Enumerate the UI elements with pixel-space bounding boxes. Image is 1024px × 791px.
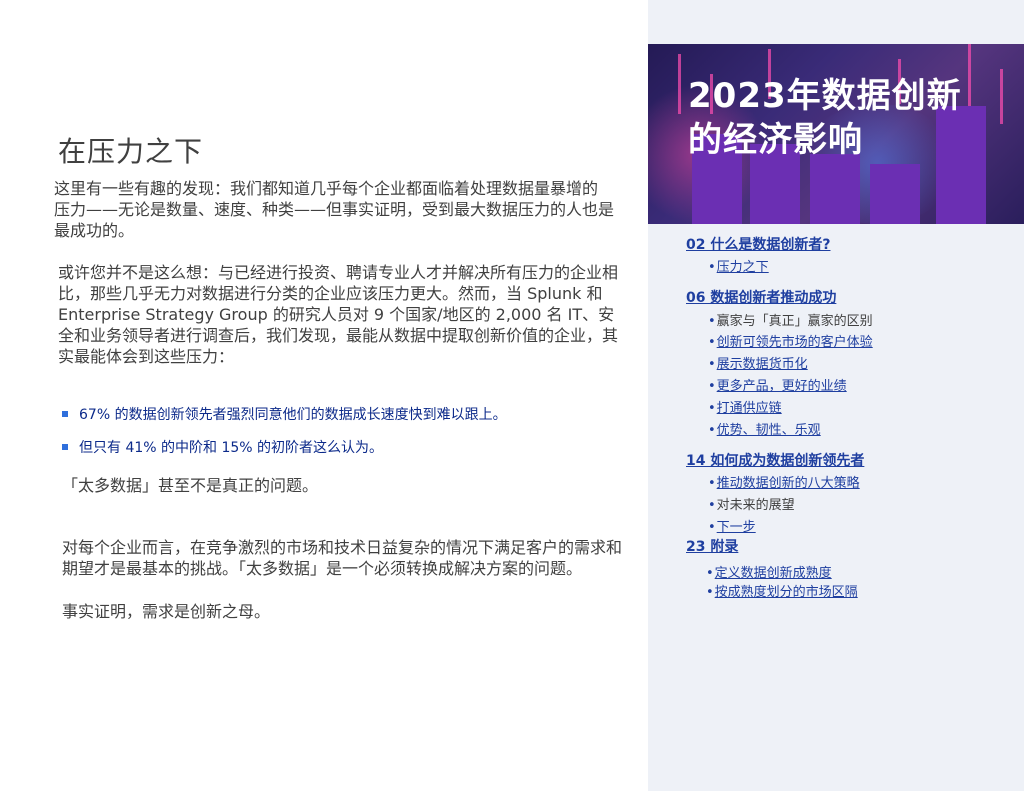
toc-link[interactable]: •打通供应链 — [708, 397, 782, 416]
toc-link[interactable]: •压力之下 — [708, 256, 769, 275]
toc-link-label: 更多产品，更好的业绩 — [716, 379, 847, 394]
toc-link[interactable]: •下一步 — [708, 516, 756, 535]
toc-link-label: 展示数据货币化 — [716, 357, 808, 372]
bullet-text: 但只有 41% 的中阶和 15% 的初阶者这么认为。 — [79, 440, 384, 456]
toc-section-drive-success[interactable]: 06 数据创新者推动成功 — [686, 287, 836, 307]
hero-bar — [810, 154, 860, 224]
hero-title: 2023年数据创新 的经济影响 — [688, 74, 962, 162]
toc-link[interactable]: •展示数据货币化 — [708, 353, 808, 372]
toc-link[interactable]: •推动数据创新的八大策略 — [708, 472, 860, 491]
toc-link-label: 推动数据创新的八大策略 — [716, 476, 860, 491]
bullet-item: 67% 的数据创新领先者强烈同意他们的数据成长速度快到难以跟上。 — [62, 404, 507, 424]
toc-section-appendix[interactable]: 23 附录 — [686, 536, 738, 556]
toc-link[interactable]: •更多产品，更好的业绩 — [708, 375, 847, 394]
toc-link-label: 创新可领先市场的客户体验 — [716, 335, 873, 350]
hero-bar — [870, 164, 920, 224]
bullet-square-icon — [62, 444, 68, 450]
section-heading: 在压力之下 — [58, 135, 204, 168]
toc-link[interactable]: •赢家与「真正」赢家的区别 — [708, 310, 873, 329]
toc-link-label: 赢家与「真正」赢家的区别 — [716, 314, 873, 329]
toc-link[interactable]: •按成熟度划分的市场区隔 — [706, 581, 858, 600]
main-content: 在压力之下 这里有一些有趣的发现：我们都知道几乎每个企业都面临着处理数据量暴增的… — [0, 0, 648, 791]
too-much-data-paragraph: 「太多数据」甚至不是真正的问题。 — [62, 476, 319, 495]
intro-paragraph: 这里有一些有趣的发现：我们都知道几乎每个企业都面临着处理数据量暴增的 压力——无… — [54, 179, 615, 240]
hero-title-line: 2023年数据创新 — [688, 76, 962, 116]
conclusion-paragraph: 事实证明，需求是创新之母。 — [62, 602, 271, 621]
toc-link[interactable]: •对未来的展望 — [708, 494, 795, 513]
candle-decoration — [678, 54, 681, 114]
toc-section-what-is-innovator[interactable]: 02 什么是数据创新者? — [686, 234, 830, 254]
toc-section-become-leader[interactable]: 14 如何成为数据创新领先者 — [686, 450, 864, 470]
research-paragraph: 或许您并不是这么想：与已经进行投资、聘请专业人才并解决所有压力的企业相比，那些几… — [58, 263, 619, 366]
toc-link-label: 优势、韧性、乐观 — [716, 423, 821, 438]
bullet-text: 67% 的数据创新领先者强烈同意他们的数据成长速度快到难以跟上。 — [79, 407, 507, 423]
hero-banner: 2023年数据创新 的经济影响 — [648, 44, 1024, 224]
toc-link-label: 定义数据创新成熟度 — [714, 566, 832, 581]
toc-link-label: 压力之下 — [716, 260, 769, 275]
toc-link-label: 对未来的展望 — [716, 498, 795, 513]
bullet-item: 但只有 41% 的中阶和 15% 的初阶者这么认为。 — [62, 437, 383, 457]
toc-link[interactable]: •创新可领先市场的客户体验 — [708, 331, 873, 350]
toc-link[interactable]: •定义数据创新成熟度 — [706, 562, 832, 581]
toc-link-label: 下一步 — [716, 520, 756, 535]
hero-title-line: 的经济影响 — [688, 120, 863, 160]
toc-link-label: 按成熟度划分的市场区隔 — [714, 585, 858, 600]
candle-decoration — [1000, 69, 1003, 124]
challenge-paragraph: 对每个企业而言，在竞争激烈的市场和技术日益复杂的情况下满足客户的需求和期望才是最… — [62, 538, 623, 578]
bullet-square-icon — [62, 411, 68, 417]
candle-decoration — [968, 44, 971, 114]
toc-link-label: 打通供应链 — [716, 401, 782, 416]
toc-link[interactable]: •优势、韧性、乐观 — [708, 419, 821, 438]
